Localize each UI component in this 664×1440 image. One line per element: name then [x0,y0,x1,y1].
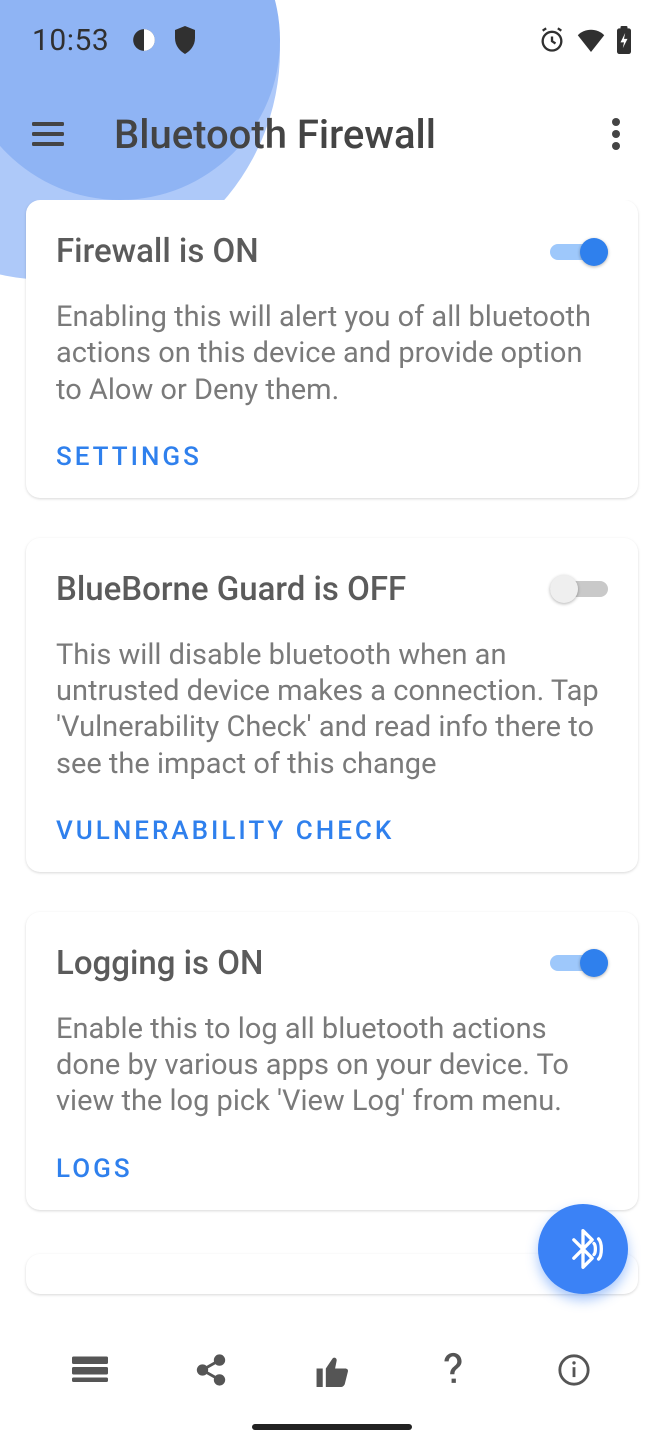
shield-icon [173,26,197,54]
bluetooth-scan-fab[interactable] [538,1204,628,1294]
card-blueborne-title: BlueBorne Guard is OFF [56,570,406,609]
menu-icon[interactable] [26,112,70,156]
bluetooth-broadcast-icon [561,1227,605,1271]
alarm-icon [538,26,566,54]
firewall-toggle[interactable] [550,237,608,267]
settings-button[interactable]: SETTINGS [56,442,608,472]
content-scroll[interactable]: Firewall is ON Enabling this will alert … [0,200,664,1330]
app-title: Bluetooth Firewall [114,111,436,158]
wifi-icon [576,28,606,52]
dnd-icon [131,27,157,53]
card-logging-desc: Enable this to log all bluetooth actions… [56,1011,608,1120]
battery-icon [616,26,632,54]
status-bar: 10:53 [0,0,664,80]
card-logging: Logging is ON Enable this to log all blu… [26,912,638,1210]
card-logging-title: Logging is ON [56,944,263,983]
card-firewall: Firewall is ON Enabling this will alert … [26,200,638,498]
app-bar: Bluetooth Firewall [0,88,664,180]
gesture-nav-handle[interactable] [252,1424,412,1430]
nav-help-icon[interactable] [423,1340,483,1400]
vulnerability-check-button[interactable]: VULNERABILITY CHECK [56,816,608,846]
card-firewall-desc: Enabling this will alert you of all blue… [56,299,608,408]
nav-list-icon[interactable] [60,1340,120,1400]
nav-share-icon[interactable] [181,1340,241,1400]
blueborne-toggle[interactable] [550,574,608,604]
card-blueborne-desc: This will disable bluetooth when an untr… [56,637,608,782]
card-blueborne: BlueBorne Guard is OFF This will disable… [26,538,638,872]
status-time: 10:53 [32,23,109,58]
card-firewall-title: Firewall is ON [56,232,259,271]
nav-like-icon[interactable] [302,1340,362,1400]
nav-info-icon[interactable] [544,1340,604,1400]
logging-toggle[interactable] [550,948,608,978]
overflow-menu-icon[interactable] [594,112,638,156]
logs-button[interactable]: LOGS [56,1154,608,1184]
